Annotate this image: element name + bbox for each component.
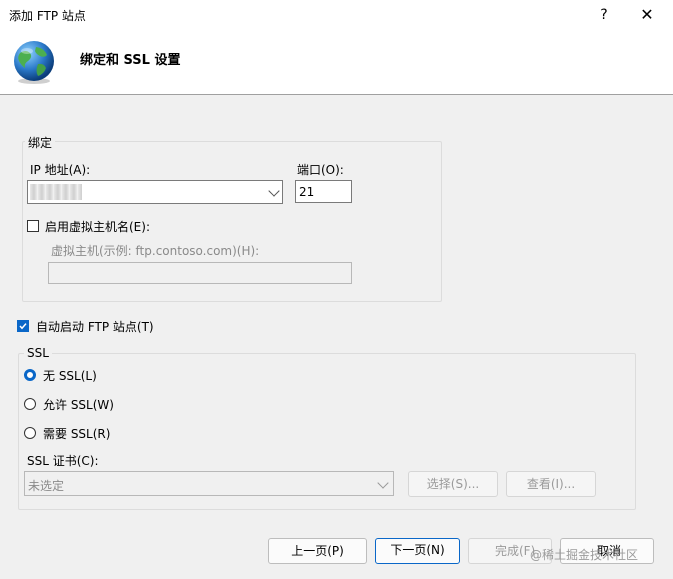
globe-icon	[14, 41, 54, 84]
ssl-cert-value: 未选定	[28, 479, 65, 493]
virtual-host-label: 虚拟主机(示例: ftp.contoso.com)(H):	[51, 244, 260, 258]
ip-address-dropdown[interactable]	[27, 180, 283, 204]
watermark: @稀土掘金技术社区	[530, 548, 639, 562]
radio-require-ssl-label: 需要 SSL(R)	[43, 427, 111, 441]
chevron-down-icon	[377, 477, 389, 489]
ssl-legend: SSL	[24, 346, 52, 360]
radio-require-ssl[interactable]	[24, 427, 36, 439]
radio-no-ssl-label: 无 SSL(L)	[43, 369, 97, 383]
chevron-down-icon	[268, 185, 280, 197]
virtual-host-input[interactable]	[48, 262, 352, 284]
view-cert-button[interactable]: 查看(I)...	[506, 471, 596, 497]
auto-start-label: 自动启动 FTP 站点(T)	[36, 320, 154, 334]
radio-no-ssl[interactable]	[24, 369, 36, 381]
title-bar: 添加 FTP 站点 ? ✕	[0, 0, 673, 30]
ip-address-label: IP 地址(A):	[30, 163, 91, 177]
ssl-cert-label: SSL 证书(C):	[27, 454, 99, 468]
virtual-host-checkbox-label: 启用虚拟主机名(E):	[45, 220, 150, 234]
ip-value-redacted	[30, 184, 82, 200]
radio-allow-ssl-label: 允许 SSL(W)	[43, 398, 114, 412]
port-label: 端口(O):	[297, 163, 344, 177]
close-button[interactable]: ✕	[633, 3, 661, 27]
auto-start-checkbox[interactable]	[17, 320, 29, 332]
virtual-host-checkbox[interactable]	[27, 220, 39, 232]
radio-allow-ssl[interactable]	[24, 398, 36, 410]
select-cert-button[interactable]: 选择(S)...	[408, 471, 498, 497]
help-button[interactable]: ?	[593, 3, 615, 27]
checkmark-icon	[19, 323, 27, 330]
port-value: 21	[299, 185, 315, 199]
previous-button[interactable]: 上一页(P)	[268, 538, 367, 564]
page-title: 绑定和 SSL 设置	[80, 53, 181, 68]
binding-legend: 绑定	[25, 134, 56, 151]
ssl-cert-dropdown[interactable]: 未选定	[24, 471, 394, 496]
wizard-header: 绑定和 SSL 设置	[0, 30, 673, 95]
port-input[interactable]: 21	[295, 180, 352, 203]
window-title: 添加 FTP 站点	[9, 9, 86, 23]
next-button[interactable]: 下一页(N)	[375, 538, 460, 564]
